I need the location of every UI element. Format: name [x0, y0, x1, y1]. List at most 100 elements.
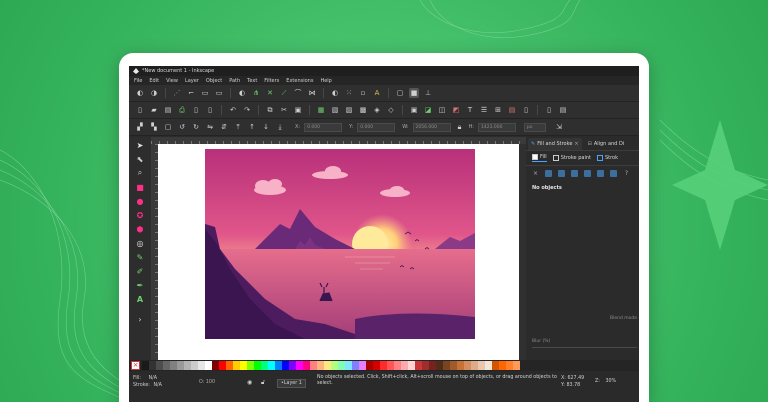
palette-swatch[interactable]	[317, 361, 324, 370]
palette-swatch[interactable]	[170, 361, 177, 370]
palette-swatch[interactable]	[184, 361, 191, 370]
more-tools-icon[interactable]: ›	[135, 314, 145, 324]
node-tool-icon[interactable]: ⬉	[135, 154, 145, 164]
pen-tool-icon[interactable]: ✎	[135, 252, 145, 262]
lower-icon[interactable]: ↓	[261, 122, 271, 132]
save-as-icon[interactable]: ▤	[558, 105, 568, 115]
palette-swatch[interactable]	[254, 361, 261, 370]
snap-toggle-icon[interactable]: ◐	[135, 88, 145, 98]
snap-cusp-icon[interactable]: ⌒	[293, 88, 303, 98]
palette-swatch[interactable]	[359, 361, 366, 370]
palette-swatch[interactable]	[471, 361, 478, 370]
menu-filters[interactable]: Filters	[264, 78, 279, 84]
lock-ratio-icon[interactable]: 🔒︎	[455, 122, 465, 132]
palette-swatch[interactable]	[492, 361, 499, 370]
menu-object[interactable]: Object	[206, 78, 222, 84]
group-icon[interactable]: ▣	[409, 105, 419, 115]
star-tool-icon[interactable]: ✪	[135, 210, 145, 220]
palette-swatch[interactable]	[443, 361, 450, 370]
palette-swatch[interactable]	[401, 361, 408, 370]
flip-horizontal-icon[interactable]: ⇋	[205, 122, 215, 132]
palette-swatch[interactable]	[156, 361, 163, 370]
layer-lock-icon[interactable]: 🔓︎	[261, 379, 265, 387]
palette-swatch[interactable]	[464, 361, 471, 370]
tab-align-and-distribute[interactable]: ⊟ Align and Di	[585, 138, 628, 150]
palette-swatch[interactable]	[380, 361, 387, 370]
export-icon[interactable]: ▯	[205, 105, 215, 115]
redo-icon[interactable]: ↷	[242, 105, 252, 115]
rectangle-tool-icon[interactable]: ■	[135, 182, 145, 192]
blur-slider[interactable]	[532, 347, 637, 348]
palette-swatch[interactable]	[499, 361, 506, 370]
snap-guide-icon[interactable]: ⊥	[423, 88, 433, 98]
palette-swatch[interactable]	[415, 361, 422, 370]
select-all-icon[interactable]: ▞	[135, 122, 145, 132]
palette-swatch[interactable]	[226, 361, 233, 370]
no-color-swatch[interactable]: ×	[131, 361, 140, 370]
flat-color-icon[interactable]	[545, 170, 552, 177]
no-paint-icon[interactable]: ×	[532, 170, 539, 177]
palette-swatch[interactable]	[387, 361, 394, 370]
fill-stroke-icon[interactable]: ◩	[451, 105, 461, 115]
palette-swatch[interactable]	[240, 361, 247, 370]
sunset-artwork[interactable]	[205, 149, 475, 339]
tab-fill-and-stroke[interactable]: ✎ Fill and Stroke ×	[528, 137, 582, 150]
unlink-clone-icon[interactable]: ◇	[386, 105, 396, 115]
unit-select[interactable]: px	[524, 122, 546, 132]
palette-swatch[interactable]	[436, 361, 443, 370]
text-font-icon[interactable]: T	[465, 105, 475, 115]
stroke-paint-subtab[interactable]: Stroke paint	[552, 155, 591, 161]
palette-swatch[interactable]	[261, 361, 268, 370]
palette-swatch[interactable]	[198, 361, 205, 370]
pattern-icon[interactable]	[597, 170, 604, 177]
snap-line-mid-icon[interactable]: ⋈	[307, 88, 317, 98]
menu-file[interactable]: File	[134, 78, 142, 84]
pencil-tool-icon[interactable]: ✐	[135, 266, 145, 276]
palette-swatch[interactable]	[394, 361, 401, 370]
palette-swatch[interactable]	[366, 361, 373, 370]
print-icon[interactable]: ⎙	[177, 105, 187, 115]
layers-icon[interactable]: ☰	[479, 105, 489, 115]
palette-swatch[interactable]	[429, 361, 436, 370]
radial-gradient-icon[interactable]	[571, 170, 578, 177]
menu-help[interactable]: Help	[320, 78, 331, 84]
snap-object-center-icon[interactable]: ◐	[330, 88, 340, 98]
snap-center-icon[interactable]: ▭	[214, 88, 224, 98]
lower-bottom-icon[interactable]: ⤓	[275, 122, 285, 132]
cut-icon[interactable]: ✂	[279, 105, 289, 115]
palette-swatch[interactable]	[331, 361, 338, 370]
fill-subtab[interactable]: Fill	[532, 154, 547, 162]
y-field[interactable]: 0.000	[357, 122, 396, 132]
xml-editor-icon[interactable]: ◫	[437, 105, 447, 115]
stroke-style-subtab[interactable]: Strok	[596, 155, 618, 161]
preferences-icon[interactable]: ▯	[521, 105, 531, 115]
scale-stroke-icon[interactable]: ⇲	[554, 122, 564, 132]
palette-swatch[interactable]	[219, 361, 226, 370]
import-icon[interactable]: ▯	[191, 105, 201, 115]
calligraphy-tool-icon[interactable]: ✒	[135, 280, 145, 290]
rotate-ccw-icon[interactable]: ↺	[177, 122, 187, 132]
menu-extensions[interactable]: Extensions	[286, 78, 313, 84]
snap-nodes-icon[interactable]: ◐	[237, 88, 247, 98]
duplicate-icon[interactable]: ▩	[358, 105, 368, 115]
snap-smooth-icon[interactable]: ⟋	[279, 88, 289, 98]
palette-swatch[interactable]	[457, 361, 464, 370]
height-field[interactable]: 1423.000	[478, 122, 516, 132]
palette-swatch[interactable]	[478, 361, 485, 370]
snap-midpoint-icon[interactable]: ▭	[200, 88, 210, 98]
zoom-indicator[interactable]: Z: 30%	[595, 379, 616, 384]
palette-swatch[interactable]	[177, 361, 184, 370]
linear-gradient-icon[interactable]	[558, 170, 565, 177]
text-tool-icon[interactable]: A	[135, 294, 145, 304]
ellipse-tool-icon[interactable]: ●	[135, 196, 145, 206]
3d-box-tool-icon[interactable]: ⬢	[135, 224, 145, 234]
raise-icon[interactable]: ↑	[247, 122, 257, 132]
document-properties-icon[interactable]: ▤	[507, 105, 517, 115]
palette-swatch[interactable]	[345, 361, 352, 370]
raise-top-icon[interactable]: ⤒	[233, 122, 243, 132]
palette-swatch[interactable]	[142, 361, 149, 370]
align-icon[interactable]: ⊞	[493, 105, 503, 115]
canvas[interactable]	[158, 144, 519, 360]
page-icon[interactable]: ▯	[544, 105, 554, 115]
palette-swatch[interactable]	[205, 361, 212, 370]
